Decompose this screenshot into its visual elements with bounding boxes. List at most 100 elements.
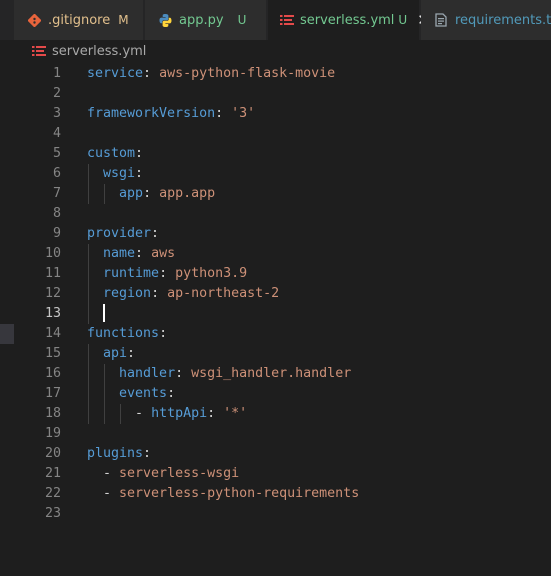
line-number: 21 — [44, 466, 61, 481]
code-token-indent — [87, 266, 103, 281]
code-line[interactable]: 14 functions: — [0, 324, 551, 344]
code-token-sep: : — [159, 326, 168, 341]
code-text: custom: — [87, 144, 143, 164]
code-token-indent — [87, 166, 103, 181]
code-text: - serverless-python-requirements — [87, 484, 359, 504]
code-token-key: service — [87, 66, 144, 81]
code-text: api: — [87, 344, 135, 364]
code-line[interactable]: 11 runtime: python3.9 — [0, 264, 551, 284]
code-token-key: functions — [87, 326, 160, 341]
code-line[interactable]: 16 handler: wsgi_handler.handler — [0, 364, 551, 384]
line-number: 18 — [44, 406, 61, 421]
code-token-sep: : — [143, 186, 160, 201]
line-number: 12 — [44, 286, 61, 301]
code-token-val: app.app — [159, 186, 216, 201]
tab-requirements[interactable]: requirements.tx — [421, 0, 551, 40]
code-token-sep: : — [135, 166, 144, 181]
code-token-indent — [87, 386, 119, 401]
tab-git-status: U — [398, 13, 408, 27]
line-number: 7 — [52, 186, 61, 201]
code-token-key: httpApi — [151, 406, 208, 421]
code-editor[interactable]: 1 service: aws-python-flask-movie 2 3 framew… — [0, 62, 551, 576]
line-number: 17 — [44, 386, 61, 401]
tab-bar: .gitignore M app.py U serverless.yml U ✕… — [0, 0, 551, 41]
code-token-sep: : — [175, 366, 192, 381]
code-line[interactable]: 10 name: aws — [0, 244, 551, 264]
code-token-key: region — [103, 286, 152, 301]
line-number: 22 — [44, 486, 61, 501]
code-line[interactable]: 4 — [0, 124, 551, 144]
code-line[interactable]: 7 app: app.app — [0, 184, 551, 204]
tab-git-status: M — [118, 13, 129, 27]
code-token-key: app — [119, 186, 144, 201]
code-text: - httpApi: '*' — [87, 404, 247, 424]
code-token-key: name — [103, 246, 136, 261]
code-line[interactable]: 1 service: aws-python-flask-movie — [0, 64, 551, 84]
code-token-val: aws — [151, 246, 176, 261]
git-icon — [26, 12, 42, 28]
code-token-val: python3.9 — [175, 266, 248, 281]
code-token-indent — [87, 466, 103, 481]
code-text: events: — [87, 384, 175, 404]
line-number: 8 — [52, 206, 61, 221]
code-token-dash: - — [103, 486, 120, 501]
code-token-key: frameworkVersion — [87, 106, 216, 121]
line-number: 19 — [44, 426, 61, 441]
code-line[interactable]: 5 custom: — [0, 144, 551, 164]
tab-app-py[interactable]: app.py U — [145, 0, 267, 40]
code-line[interactable]: 15 api: — [0, 344, 551, 364]
tab-label: requirements.tx — [455, 12, 551, 28]
code-token-indent — [87, 346, 103, 361]
code-token-val: aws-python-flask-movie — [159, 66, 336, 81]
code-line[interactable]: 21 - serverless-wsgi — [0, 464, 551, 484]
code-token-key: runtime — [103, 266, 160, 281]
code-text: plugins: — [87, 444, 151, 464]
code-line[interactable]: 12 region: ap-northeast-2 — [0, 284, 551, 304]
breadcrumb[interactable]: serverless.yml — [0, 40, 551, 62]
line-number: 11 — [44, 266, 61, 281]
line-number: 2 — [52, 86, 61, 101]
code-token-key: api — [103, 346, 128, 361]
code-text: provider: — [87, 224, 159, 244]
code-token-sep: : — [151, 226, 160, 241]
code-token-sep: : — [135, 246, 152, 261]
code-token-indent — [87, 306, 103, 321]
code-line[interactable]: 3 frameworkVersion: '3' — [0, 104, 551, 124]
code-line[interactable]: 18 - httpApi: '*' — [0, 404, 551, 424]
line-number: 20 — [44, 446, 61, 461]
code-token-sep: : — [135, 146, 144, 161]
code-token-indent — [87, 366, 119, 381]
tab-git-status: U — [237, 13, 247, 27]
code-token-sep: : — [143, 66, 160, 81]
code-line[interactable]: 19 — [0, 424, 551, 444]
code-token-dash: - — [135, 406, 152, 421]
code-line[interactable]: 9 provider: — [0, 224, 551, 244]
code-line[interactable]: 20 plugins: — [0, 444, 551, 464]
code-token-key: events — [119, 386, 168, 401]
python-icon — [157, 12, 173, 28]
code-text: frameworkVersion: '3' — [87, 104, 255, 124]
breadcrumb-file[interactable]: serverless.yml — [52, 44, 146, 59]
tab-label: serverless.yml — [300, 12, 395, 28]
tab-gitignore[interactable]: .gitignore M — [14, 0, 144, 40]
code-line[interactable]: 2 — [0, 84, 551, 104]
code-line[interactable]: 23 — [0, 504, 551, 524]
line-number: 14 — [44, 326, 61, 341]
code-line[interactable]: 8 — [0, 204, 551, 224]
code-text: handler: wsgi_handler.handler — [87, 364, 351, 384]
code-token-indent — [87, 406, 135, 421]
code-text: functions: — [87, 324, 167, 344]
code-line[interactable]: 17 events: — [0, 384, 551, 404]
code-token-val: serverless-python-requirements — [119, 486, 360, 501]
line-number: 1 — [52, 66, 61, 81]
line-number: 13 — [44, 306, 61, 321]
line-number: 9 — [52, 226, 61, 241]
tab-serverless-yml[interactable]: serverless.yml U ✕ — [268, 0, 430, 40]
code-token-key: custom — [87, 146, 136, 161]
code-token-indent — [87, 246, 103, 261]
code-token-indent — [87, 486, 103, 501]
code-line[interactable]: 13 — [0, 304, 551, 324]
code-line[interactable]: 6 wsgi: — [0, 164, 551, 184]
code-token-key: wsgi — [103, 166, 136, 181]
code-line[interactable]: 22 - serverless-python-requirements — [0, 484, 551, 504]
